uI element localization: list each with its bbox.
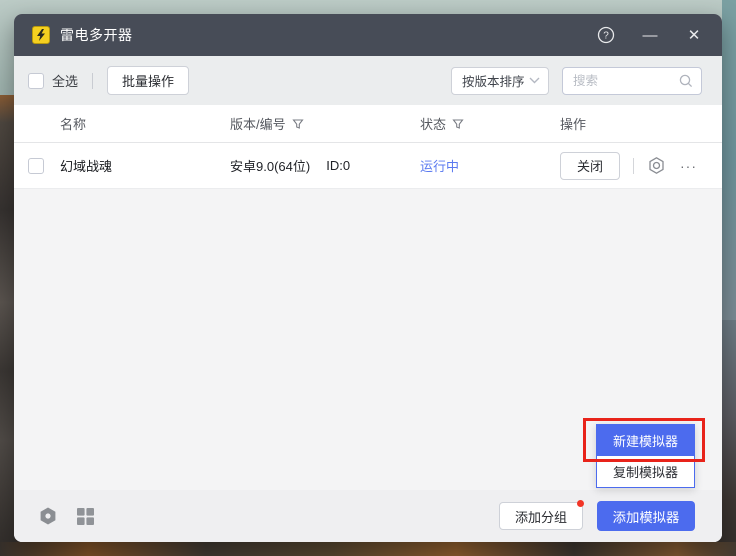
- settings-icon[interactable]: [38, 506, 58, 526]
- search-icon[interactable]: [679, 74, 693, 88]
- chevron-down-icon: [529, 77, 540, 84]
- header-name: 名称: [60, 114, 230, 133]
- sort-dropdown[interactable]: 按版本排序: [451, 67, 549, 95]
- footer-icons: [38, 506, 95, 526]
- header-version: 版本/编号: [230, 114, 420, 133]
- add-emulator-button[interactable]: 添加模拟器: [597, 501, 695, 531]
- app-window: 雷电多开器 ? — ✕ 全选 批量操作 按版本排序: [14, 14, 722, 542]
- add-emulator-popup-menu: 新建模拟器 复制模拟器: [596, 424, 695, 488]
- table-row[interactable]: 幻域战魂 安卓9.0(64位) ID:0 运行中 关闭 ···: [14, 143, 722, 189]
- header-operations: 操作: [560, 114, 722, 133]
- status-badge: 运行中: [420, 156, 459, 175]
- select-all-label: 全选: [52, 71, 78, 90]
- search-input[interactable]: [573, 74, 679, 88]
- search-box: [562, 67, 702, 95]
- sort-dropdown-value: 按版本排序: [462, 71, 529, 90]
- header-status-label: 状态: [420, 114, 446, 133]
- menu-item-new-emulator[interactable]: 新建模拟器: [597, 425, 694, 456]
- toolbar: 全选 批量操作 按版本排序: [14, 56, 722, 105]
- menu-item-copy-emulator[interactable]: 复制模拟器: [597, 456, 694, 487]
- row-checkbox[interactable]: [28, 158, 44, 174]
- minimize-button[interactable]: —: [640, 25, 660, 45]
- row-version-cell: 安卓9.0(64位) ID:0: [230, 156, 420, 175]
- svg-text:?: ?: [603, 31, 609, 42]
- batch-operations-button[interactable]: 批量操作: [107, 66, 189, 95]
- grid-layout-icon[interactable]: [76, 507, 95, 526]
- wallpaper-rocks-bottom: [0, 542, 736, 556]
- row-status-cell: 运行中: [420, 156, 560, 175]
- titlebar: 雷电多开器 ? — ✕: [14, 14, 722, 56]
- row-id: ID:0: [326, 158, 350, 173]
- close-button[interactable]: ✕: [684, 25, 704, 45]
- help-button[interactable]: ?: [596, 25, 616, 45]
- select-all-checkbox[interactable]: [28, 73, 44, 89]
- table-header: 名称 版本/编号 状态 操作: [14, 105, 722, 143]
- row-version: 安卓9.0(64位): [230, 156, 310, 175]
- add-group-button[interactable]: 添加分组: [499, 502, 583, 530]
- lightning-icon: [36, 29, 46, 41]
- filter-icon[interactable]: [452, 118, 464, 130]
- help-icon: ?: [597, 26, 615, 44]
- row-name: 幻域战魂: [60, 156, 230, 175]
- filter-icon[interactable]: [292, 118, 304, 130]
- add-group-label: 添加分组: [515, 507, 567, 526]
- app-logo-icon: [32, 26, 50, 44]
- window-title: 雷电多开器: [60, 25, 133, 45]
- header-status: 状态: [420, 114, 560, 133]
- instance-settings-icon[interactable]: [647, 156, 666, 175]
- footer-bar: 添加分组 添加模拟器: [14, 490, 722, 542]
- close-instance-button[interactable]: 关闭: [560, 152, 620, 180]
- operations-divider: [633, 158, 634, 174]
- header-version-label: 版本/编号: [230, 114, 286, 133]
- wallpaper-sky: [722, 0, 736, 320]
- titlebar-controls: ? — ✕: [596, 25, 704, 45]
- notification-dot: [577, 500, 584, 507]
- row-checkbox-cell: [28, 158, 60, 174]
- toolbar-divider: [92, 73, 93, 89]
- more-icon[interactable]: ···: [680, 158, 697, 174]
- row-operations: 关闭 ···: [560, 152, 722, 180]
